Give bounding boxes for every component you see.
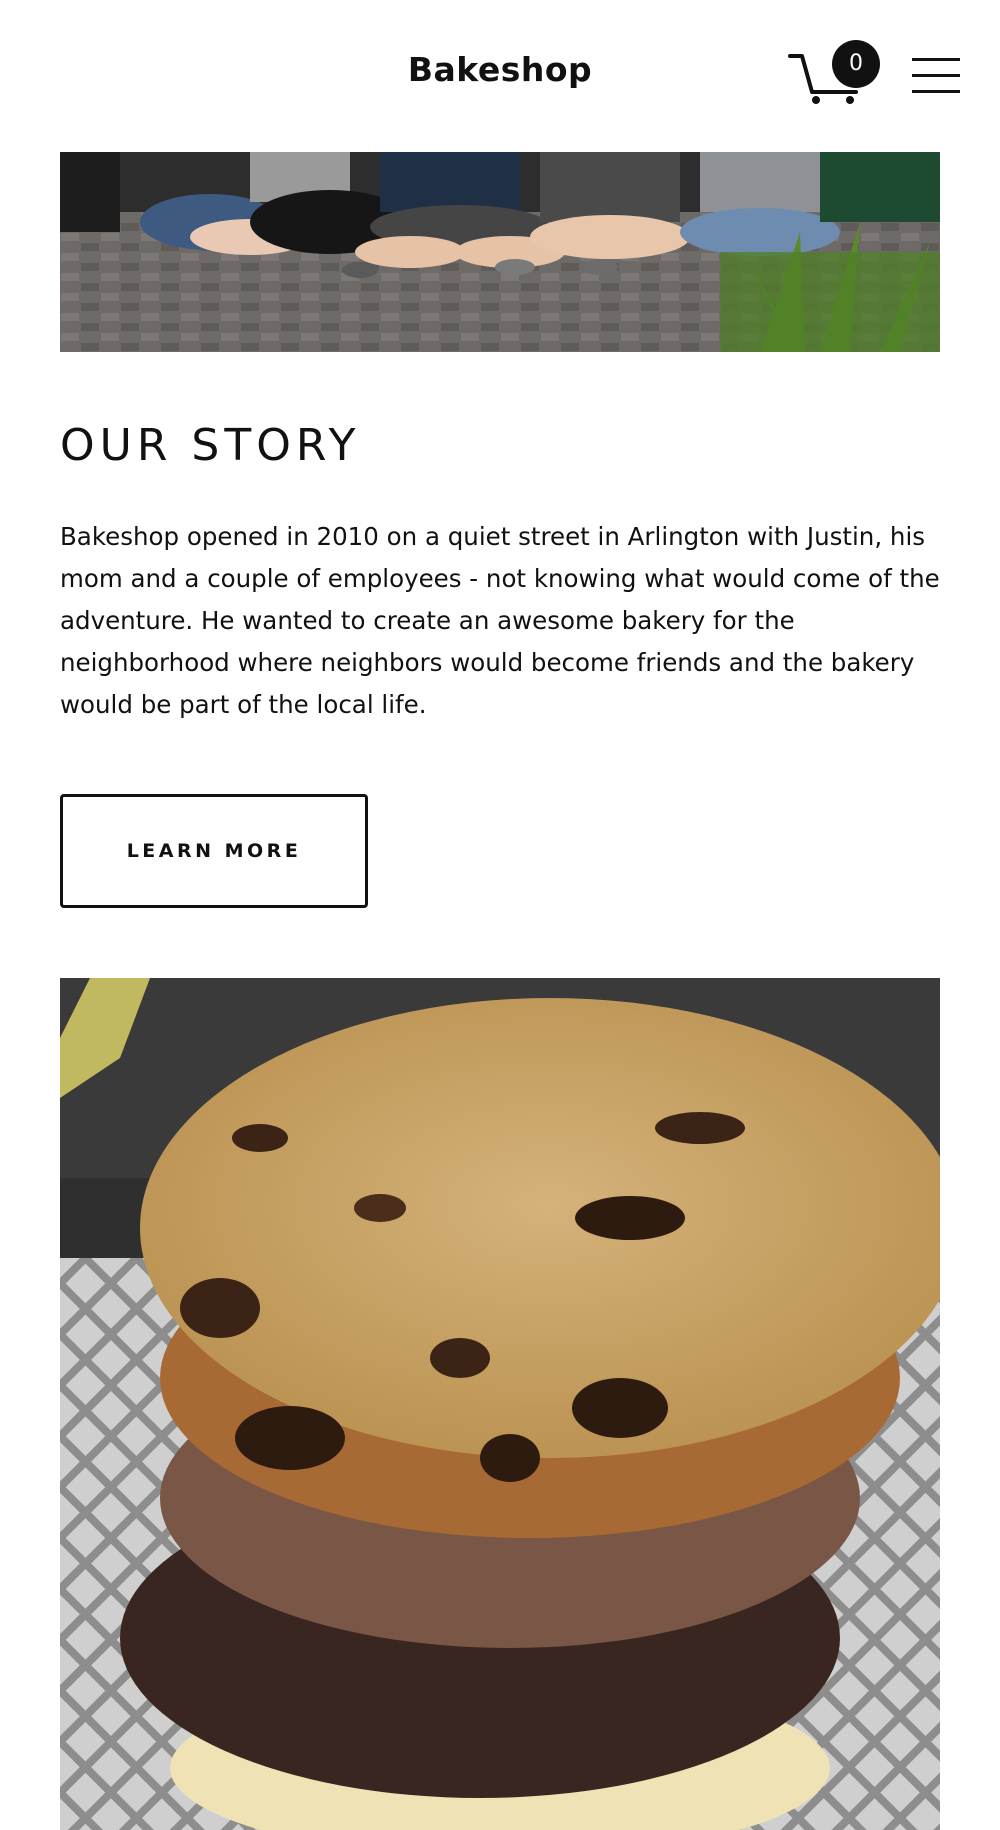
cookie-stack-photo bbox=[60, 978, 940, 1830]
menu-line bbox=[912, 90, 960, 93]
story-body: Bakeshop opened in 2010 on a quiet stree… bbox=[60, 522, 940, 719]
site-header: Bakeshop 0 bbox=[0, 0, 1000, 152]
story-title: OUR STORY bbox=[60, 420, 361, 471]
team-photo bbox=[60, 152, 940, 352]
learn-more-button[interactable]: LEARN MORE bbox=[60, 794, 368, 908]
team-photo-illustration bbox=[60, 152, 940, 352]
menu-line bbox=[912, 74, 960, 77]
cart-count-badge[interactable]: 0 bbox=[832, 40, 880, 88]
menu-line bbox=[912, 58, 960, 61]
cookie-stack-illustration bbox=[60, 978, 940, 1830]
hamburger-menu-icon[interactable] bbox=[912, 58, 960, 94]
